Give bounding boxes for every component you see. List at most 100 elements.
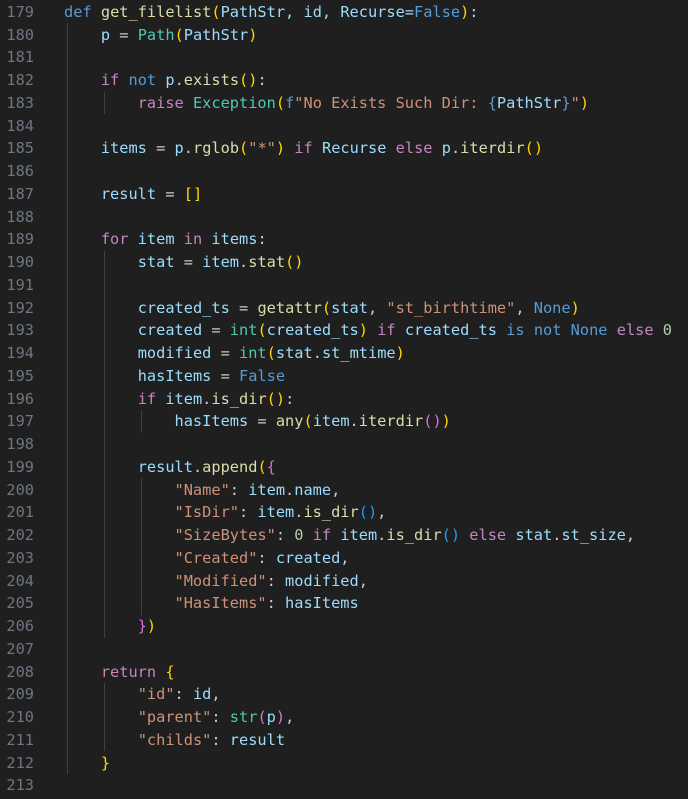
code-token: if [294,139,313,158]
code-content: "parent": str(p), [34,705,295,729]
code-line[interactable]: 179 def get_filelist(PathStr, id, Recurse… [0,1,688,24]
code-token: . [312,344,322,363]
line-number: 188 [6,207,34,226]
code-line[interactable]: 195 hasItems = False [0,364,688,388]
code-line[interactable]: 192 created_ts = getattr(stat, "st_birth… [0,296,688,319]
code-line[interactable]: 190 stat = item. stat() [0,250,688,274]
code-token: "parent" [137,708,212,727]
line-number: 181 [6,48,34,67]
code-line[interactable]: 199 result. append({ [0,455,688,479]
code-line[interactable]: 212 } [0,751,688,774]
code-line[interactable]: 191 [0,273,688,297]
code-line[interactable]: 203 "Created": created, [0,546,688,570]
code-token: { [487,93,497,112]
code-token: = [202,321,230,340]
code-token: : [257,548,276,567]
code-line[interactable]: 196 if item. is_dir(): [0,387,688,410]
code-token: False [239,366,286,385]
code-token: . [294,503,304,522]
code-line[interactable]: 187 result = [] [0,182,688,206]
code-line[interactable]: 194 modified = int(stat. st_mtime) [0,341,688,365]
indent-guide [67,364,68,388]
code-token: ) [460,2,470,21]
code-line[interactable]: 200 "Name": item. name, [0,478,688,501]
code-line[interactable]: 208 return { [0,660,688,683]
indent-guide [103,523,105,547]
code-line[interactable]: 210 "parent": str(p), [0,705,688,729]
code-line[interactable]: 206 }) [0,614,688,638]
code-content [34,273,138,297]
line-number: 213 [6,776,34,795]
code-line[interactable]: 197 hasItems = any(item. iterdir()) [0,410,688,433]
line-number: 197 [6,412,34,431]
indent-guide [140,546,142,570]
code-content: def get_filelist(PathStr, id, Recurse= Fa… [34,1,479,24]
line-number: 203 [6,548,34,567]
code-token: "Modified" [174,571,267,590]
code-token: created_ts [404,321,497,340]
code-line[interactable]: 184 [0,114,688,137]
code-line[interactable]: 204 "Modified": modified, [0,569,688,592]
code-line[interactable]: 209 "id": id, [0,683,688,706]
code-content: "IsDir": item. is_dir(), [34,501,386,524]
code-token: stat [275,344,313,363]
code-token: : [257,230,267,249]
code-token: = [211,344,240,363]
code-token: def [64,2,92,21]
code-token: ( [321,298,332,317]
indent-guide [103,341,105,365]
code-line[interactable]: 198 [0,432,688,456]
code-line[interactable]: 185 items = p. rglob("*") if Recurse else… [0,137,688,160]
code-token: raise [137,93,184,112]
code-line[interactable]: 180 p = Path(PathStr) [0,23,688,46]
code-editor[interactable]: 179 def get_filelist(PathStr, id, Recurse… [0,0,688,799]
code-line[interactable]: 193 created = int(created_ts) if created… [0,319,688,342]
code-token: () [358,503,378,522]
code-token: not [128,71,157,90]
code-token: False [414,2,461,21]
code-token: ( [266,344,276,363]
code-line[interactable]: 182 if not p. exists(): [0,68,688,92]
code-token: "SizeBytes" [174,526,276,545]
code-token: Recurse [321,139,387,158]
indent-guide [140,478,142,501]
indent-guide [67,341,68,365]
code-token: , [285,708,295,727]
code-line[interactable]: 183 raise Exception(f "No Exists Such Dir… [0,91,688,115]
code-token: , [340,548,350,567]
code-token: : [229,480,249,499]
code-token: modified [137,344,212,363]
code-token: , [367,298,387,317]
indent-guide [103,728,105,752]
code-line[interactable]: 186 [0,159,688,183]
code-token: () [239,71,258,90]
line-number: 200 [6,480,34,499]
code-token: exists [183,71,240,90]
code-line[interactable]: 201 "IsDir": item. is_dir(), [0,501,688,524]
code-token: p [100,25,111,44]
code-line[interactable]: 211 "childs": result [0,728,688,752]
code-line[interactable]: 202 "SizeBytes": 0 if item. is_dir() else… [0,523,688,547]
code-line[interactable]: 189 for item in items: [0,228,688,251]
code-token: , [625,526,636,545]
code-line[interactable]: 213 [0,774,688,797]
code-line[interactable]: 188 [0,205,688,228]
indent-guide [103,478,105,501]
line-number: 186 [6,162,34,181]
code-line[interactable]: 205 "HasItems": hasItems [0,592,688,615]
code-token: item [137,230,175,249]
indent-guide [140,569,142,592]
code-line[interactable]: 181 [0,46,688,69]
code-token: p [174,139,184,158]
code-content: p = Path(PathStr) [34,23,257,46]
code-content: result. append({ [34,455,276,479]
code-line[interactable]: 207 [0,637,688,661]
code-token: ( [257,457,267,476]
code-token: else [395,139,433,158]
